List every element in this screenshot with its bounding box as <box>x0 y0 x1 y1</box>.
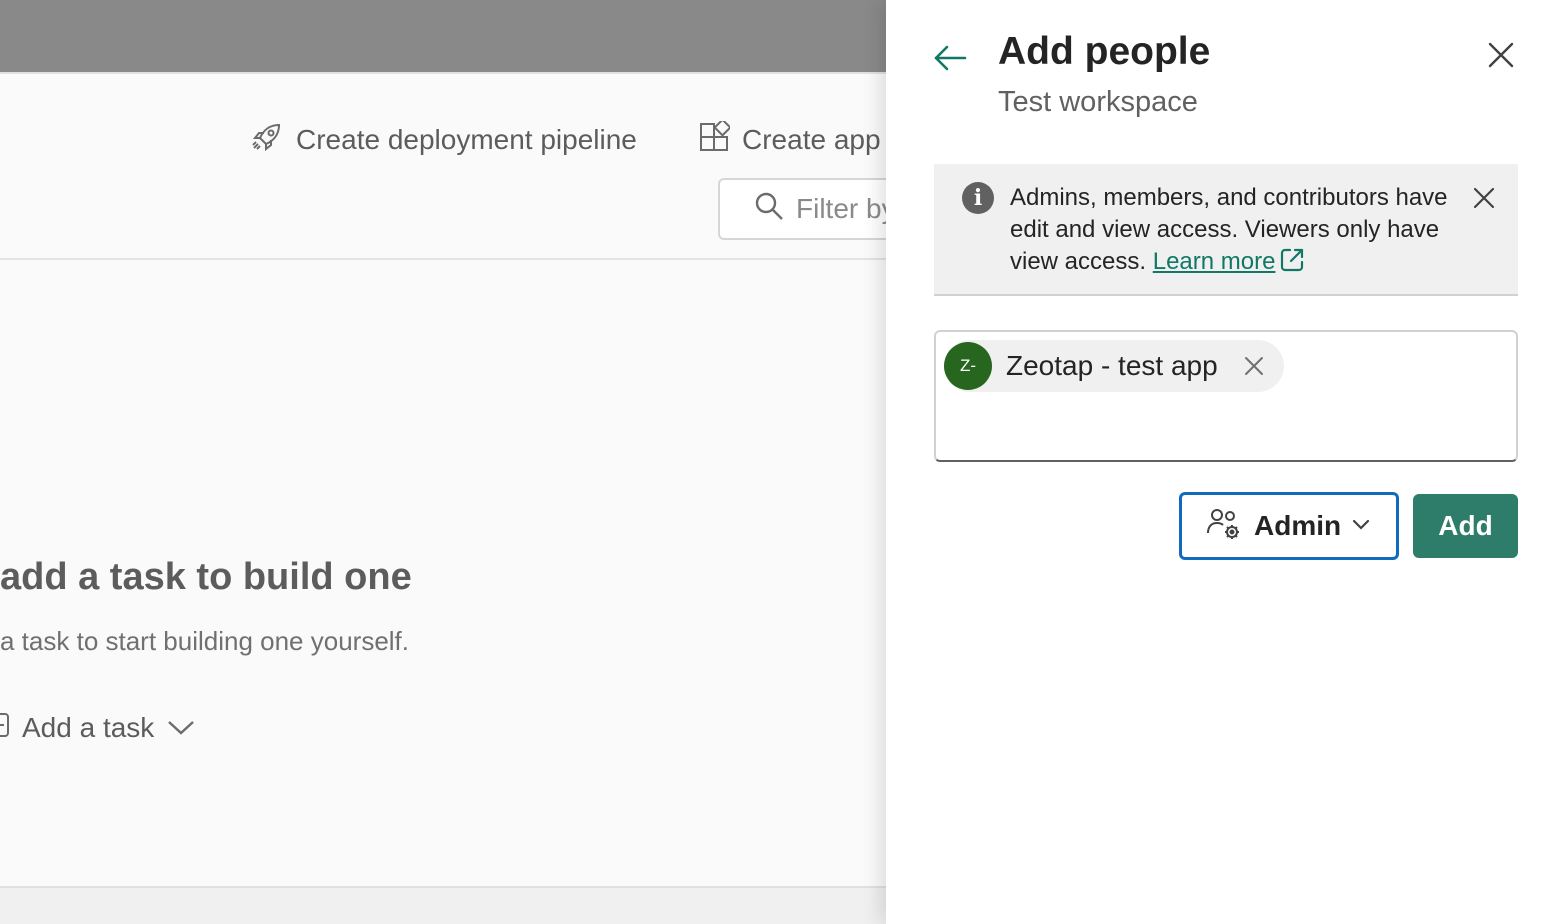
panel-subtitle: Test workspace <box>998 86 1198 118</box>
empty-state-title: add a task to build one <box>0 556 412 598</box>
rocket-icon <box>250 120 284 161</box>
divider <box>0 72 886 74</box>
remove-person-button[interactable] <box>1242 354 1266 378</box>
add-task-label: Add a task <box>22 712 155 743</box>
chevron-down-icon <box>166 712 196 744</box>
learn-more-link[interactable]: Learn more <box>1153 248 1306 275</box>
people-picker-input[interactable]: Z- Zeotap - test app <box>934 330 1518 462</box>
footer-area <box>0 888 886 924</box>
top-bar <box>0 0 886 72</box>
role-dropdown[interactable]: Admin <box>1179 492 1399 560</box>
apps-icon <box>698 117 732 160</box>
divider <box>0 258 886 260</box>
close-button[interactable] <box>1480 36 1522 78</box>
person-name: Zeotap - test app <box>1006 350 1218 381</box>
filter-placeholder: Filter by <box>796 193 886 224</box>
add-task-button[interactable]: Add a task <box>0 706 196 750</box>
chevron-down-icon <box>1351 517 1371 536</box>
info-banner: i Admins, members, and contributors have… <box>934 164 1518 296</box>
close-icon <box>1244 357 1263 375</box>
avatar: Z- <box>944 342 992 390</box>
external-link-icon <box>1281 248 1304 272</box>
filter-input[interactable]: Filter by <box>718 178 886 240</box>
add-button[interactable]: Add <box>1413 494 1518 558</box>
create-deployment-pipeline-label: Create deployment pipeline <box>296 124 637 155</box>
back-button[interactable] <box>926 38 974 82</box>
info-icon: i <box>962 182 994 214</box>
close-icon <box>1487 41 1515 74</box>
search-icon <box>732 191 784 228</box>
person-chip: Z- Zeotap - test app <box>944 340 1284 392</box>
arrow-left-icon <box>932 43 968 78</box>
create-app-label: Create app <box>742 124 881 155</box>
panel-title: Add people <box>998 30 1211 73</box>
info-banner-text: Admins, members, and contributors have e… <box>1010 182 1460 278</box>
add-icon <box>0 710 10 747</box>
add-people-panel: Add people Test workspace i Admins, memb… <box>886 0 1566 924</box>
create-deployment-pipeline-button[interactable]: Create deployment pipeline <box>250 118 637 162</box>
empty-state-subtitle: a task to start building one yourself. <box>0 626 410 656</box>
create-app-button[interactable]: Create app <box>698 117 881 162</box>
close-icon <box>1473 187 1495 214</box>
dismiss-banner-button[interactable] <box>1470 186 1498 214</box>
workspace-background: Create deployment pipeline Create app Fi… <box>0 0 886 924</box>
people-settings-icon <box>1206 507 1242 546</box>
learn-more-label: Learn more <box>1152 248 1276 275</box>
role-value: Admin <box>1254 510 1342 541</box>
